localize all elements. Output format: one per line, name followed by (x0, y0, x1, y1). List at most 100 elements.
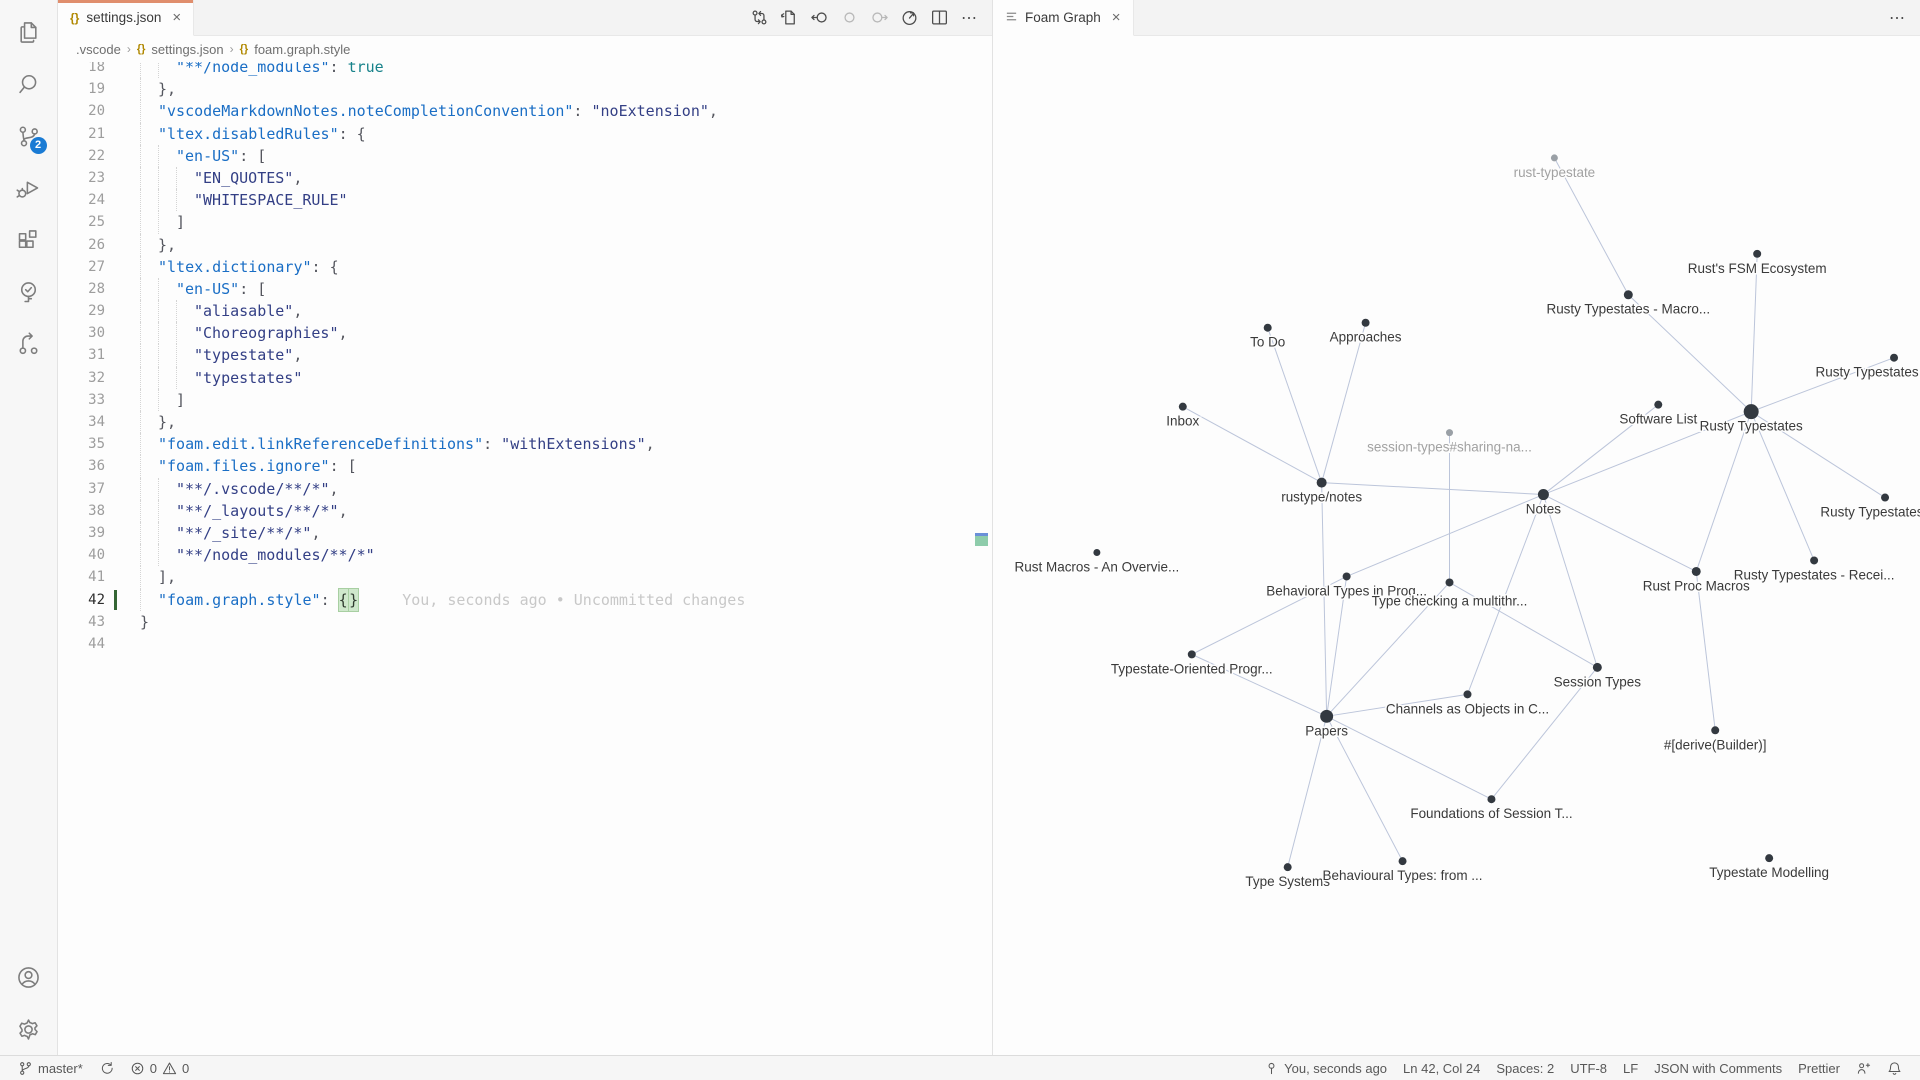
graph-node-derive[interactable] (1711, 726, 1719, 734)
graph-node-label[interactable]: Type Systems (1245, 874, 1330, 889)
graph-node-procmacros[interactable] (1692, 567, 1701, 576)
graph-node-label[interactable]: Inbox (1166, 414, 1199, 429)
foam-graph-canvas[interactable]: rust-typestate Rust's FSM Ecosystem Rusty … (993, 36, 1920, 1055)
diff-circle-icon[interactable] (837, 5, 862, 30)
graph-node-label[interactable]: rust-typestate (1514, 165, 1596, 180)
graph-node-label[interactable]: Rusty Typestates - Recei... (1734, 567, 1895, 582)
code-line-40[interactable]: 40"**/node_modules/**/*" (58, 544, 992, 566)
activity-bar-item-search[interactable] (5, 58, 53, 110)
graph-node-rusts-fsm[interactable] (1753, 250, 1761, 258)
activity-bar-item-extensions[interactable] (5, 214, 53, 266)
code-line-22[interactable]: 22"en-US": [ (58, 145, 992, 167)
graph-node-label[interactable]: To Do (1250, 335, 1285, 350)
status-cursor-position[interactable]: Ln 42, Col 24 (1395, 1056, 1488, 1080)
code-line-19[interactable]: 19}, (58, 78, 992, 100)
status-encoding[interactable]: UTF-8 (1562, 1056, 1615, 1080)
graph-node-recei[interactable] (1810, 556, 1818, 564)
graph-node-label[interactable]: Papers (1305, 723, 1348, 738)
status-eol[interactable]: LF (1615, 1056, 1646, 1080)
graph-node-session-ph[interactable] (1446, 429, 1453, 436)
graph-node-papers[interactable] (1320, 710, 1333, 723)
code-line-23[interactable]: 23"EN_QUOTES", (58, 167, 992, 189)
graph-node-label[interactable]: rustype/notes (1281, 490, 1362, 505)
graph-node-label[interactable]: Rusty Typestates (1816, 365, 1919, 380)
status-sync-status[interactable] (91, 1056, 122, 1080)
graph-node-foundations[interactable] (1487, 795, 1495, 803)
activity-bar-item-run-debug[interactable] (5, 162, 53, 214)
graph-node-rt-macro[interactable] (1624, 290, 1633, 299)
status-language-mode[interactable]: JSON with Comments (1646, 1056, 1790, 1080)
code-line-26[interactable]: 26}, (58, 234, 992, 256)
code-line-27[interactable]: 27"ltex.dictionary": { (58, 256, 992, 278)
activity-bar-item-files[interactable] (5, 6, 53, 58)
code-line-18[interactable]: 18"**/node_modules": true (58, 62, 992, 78)
graph-node-typestate-oriented[interactable] (1188, 650, 1196, 658)
code-line-34[interactable]: 34}, (58, 411, 992, 433)
more-actions-icon[interactable]: ⋯ (1885, 5, 1910, 30)
code-line-33[interactable]: 33] (58, 389, 992, 411)
graph-node-label[interactable]: Session Types (1554, 674, 1642, 689)
diff-next-icon[interactable] (867, 5, 892, 30)
close-tab-icon[interactable]: × (1112, 9, 1121, 26)
more-actions-icon[interactable]: ⋯ (957, 5, 982, 30)
code-line-37[interactable]: 37"**/.vscode/**/*", (58, 478, 992, 500)
tab-foam-graph[interactable]: Foam Graph × (993, 0, 1134, 36)
status-notifications[interactable] (1879, 1056, 1910, 1080)
graph-node-sessiontypes[interactable] (1593, 663, 1602, 672)
graph-node-approaches[interactable] (1362, 319, 1370, 327)
activity-bar-item-todo-tree[interactable] (5, 266, 53, 318)
diff-previous-icon[interactable] (807, 5, 832, 30)
activity-bar-item-source-control[interactable]: 2 (5, 110, 53, 162)
code-line-31[interactable]: 31"typestate", (58, 344, 992, 366)
tab-settings-json[interactable]: {} settings.json × (58, 0, 194, 36)
graph-node-label[interactable]: #[derive(Builder)] (1664, 737, 1767, 752)
graph-node-label[interactable]: Rust Proc Macros (1643, 578, 1750, 593)
graph-node-label[interactable]: Behavioural Types: from ... (1323, 868, 1483, 883)
open-file-icon[interactable] (777, 5, 802, 30)
graph-node-rust-macros[interactable] (1093, 549, 1100, 556)
code-line-20[interactable]: 20"vscodeMarkdownNotes.noteCompletionCon… (58, 100, 992, 122)
code-line-29[interactable]: 29"aliasable", (58, 300, 992, 322)
graph-node-notes[interactable] (1538, 489, 1549, 500)
code-line-28[interactable]: 28"en-US": [ (58, 278, 992, 300)
graph-node-label[interactable]: Foundations of Session T... (1410, 806, 1572, 821)
code-line-35[interactable]: 35"foam.edit.linkReferenceDefinitions": … (58, 433, 992, 455)
graph-node-behavioural[interactable] (1399, 857, 1407, 865)
graph-node-hub[interactable] (1744, 404, 1759, 419)
status-git-branch-status[interactable]: master* (10, 1056, 91, 1080)
graph-node-rt-mid[interactable] (1881, 494, 1889, 502)
graph-node-label[interactable]: Type checking a multithr... (1372, 593, 1528, 608)
graph-node-behavioral[interactable] (1343, 572, 1351, 580)
code-line-39[interactable]: 39"**/_site/**/*", (58, 522, 992, 544)
graph-node-modelling[interactable] (1765, 854, 1773, 862)
timeline-icon[interactable] (897, 5, 922, 30)
code-line-25[interactable]: 25] (58, 211, 992, 233)
graph-node-label[interactable]: Rusty Typestates - Macro... (1546, 302, 1710, 317)
code-line-43[interactable]: 43} (58, 611, 992, 633)
code-line-21[interactable]: 21"ltex.disabledRules": { (58, 123, 992, 145)
activity-bar-item-settings-gear[interactable] (5, 1003, 53, 1055)
status-feedback[interactable] (1848, 1056, 1879, 1080)
status-formatter[interactable]: Prettier (1790, 1056, 1848, 1080)
graph-node-label[interactable]: Channels as Objects in C... (1386, 701, 1549, 716)
graph-node-label[interactable]: Approaches (1330, 330, 1402, 345)
graph-node-label[interactable]: session-types#sharing-na... (1367, 440, 1532, 455)
graph-node-label[interactable]: Typestate Modelling (1709, 865, 1829, 880)
code-line-30[interactable]: 30"Choreographies", (58, 322, 992, 344)
graph-node-label[interactable]: Notes (1526, 502, 1561, 517)
breadcrumb-item[interactable]: foam.graph.style (254, 42, 350, 57)
status-gitlens-blame-status[interactable]: You, seconds ago (1256, 1056, 1395, 1080)
graph-node-label[interactable]: Typestate-Oriented Progr... (1111, 661, 1273, 676)
open-changes-icon[interactable] (747, 5, 772, 30)
split-editor-icon[interactable] (927, 5, 952, 30)
graph-node-software[interactable] (1654, 401, 1662, 409)
code-line-32[interactable]: 32"typestates" (58, 367, 992, 389)
graph-node-rustype[interactable] (1317, 478, 1327, 488)
status-problems-status[interactable]: 00 (122, 1056, 197, 1080)
graph-node-label[interactable]: Rust's FSM Ecosystem (1688, 261, 1827, 276)
status-indentation[interactable]: Spaces: 2 (1488, 1056, 1562, 1080)
graph-node-label[interactable]: Rusty Typestates (1700, 419, 1803, 434)
breadcrumb-item[interactable]: .vscode (76, 42, 121, 57)
code-line-42[interactable]: 42"foam.graph.style": {}You, seconds ago… (58, 589, 992, 611)
graph-node-channels[interactable] (1463, 690, 1471, 698)
